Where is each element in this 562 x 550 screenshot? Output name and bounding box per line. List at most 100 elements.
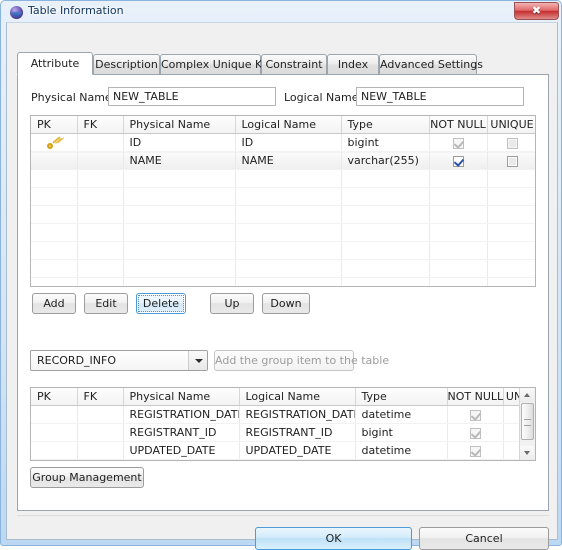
ok-button[interactable]: OK [255,527,412,550]
table-row[interactable]: REGISTRANT_ID REGISTRANT_ID bigint [31,423,535,442]
up-button[interactable]: Up [210,293,254,314]
not-null-checkbox [469,427,481,439]
tab-index[interactable]: Index [327,54,379,74]
table-row[interactable]: REGISTRATION_DATE REGISTRATION_DATE dateti… [31,405,535,424]
column-header-type[interactable]: Type [355,388,448,406]
column-header-pk[interactable]: PK [31,388,78,406]
cell-physical-name[interactable]: REGISTRATION_DATE [123,405,240,424]
cell-not-null[interactable] [429,133,488,152]
column-header-logical-name[interactable]: Logical Name [235,116,342,134]
cell-logical-name[interactable]: REGISTRANT_ID [239,423,356,442]
group-grid[interactable]: PK FK Physical Name Logical Name Type NOT NUL… [30,387,536,461]
dialog-client-area: Attribute Description Complex Unique Key Co… [6,22,558,550]
close-button[interactable]: ✖ [514,2,559,20]
primary-key-icon [46,138,61,149]
add-button[interactable]: Add [32,293,76,314]
cell-unique[interactable] [487,151,535,170]
group-grid-scrollbar[interactable] [519,388,535,460]
title-bar[interactable]: Table Information ✖ [1,1,562,23]
tab-constraint[interactable]: Constraint [261,54,327,74]
cell-type[interactable]: datetime [355,441,448,460]
group-management-label: Group Management [32,471,142,484]
cell-physical-name[interactable]: UPDATED_DATE [123,441,240,460]
cell-pk[interactable] [31,151,78,170]
cell-empty [77,169,124,188]
add-group-item-button[interactable]: Add the group item to the table [214,350,389,371]
empty-row[interactable] [31,277,535,286]
empty-row[interactable] [31,223,535,242]
cell-fk[interactable] [77,423,124,442]
column-header-not-null[interactable]: NOT NULL [429,116,488,134]
empty-row[interactable] [31,187,535,206]
table-row[interactable]: NAME NAME varchar(255) [31,151,535,170]
column-header-physical-name[interactable]: Physical Name [123,388,240,406]
cell-logical-name[interactable]: UPDATED_DATE [239,441,356,460]
cell-physical-name[interactable]: REGISTRANT_ID [123,423,240,442]
cell-pk[interactable] [31,423,78,442]
empty-row[interactable] [31,259,535,278]
scroll-up-icon[interactable] [520,388,534,402]
group-management-button[interactable]: Group Management [30,467,144,488]
cell-not-null[interactable] [429,151,488,170]
cell-pk[interactable] [31,405,78,424]
not-null-checkbox[interactable] [452,155,464,167]
cancel-button[interactable]: Cancel [419,527,549,550]
cell-pk[interactable] [31,441,78,460]
logical-name-input[interactable] [356,87,524,106]
cell-unique[interactable] [487,133,535,152]
cell-fk[interactable] [77,441,124,460]
cell-type[interactable]: bigint [341,133,430,152]
column-header-logical-name[interactable]: Logical Name [239,388,356,406]
cell-logical-name[interactable]: ID [235,133,342,152]
unique-checkbox[interactable] [506,155,518,167]
cell-empty [341,205,430,224]
cell-not-null[interactable] [447,441,504,460]
column-header-physical-name[interactable]: Physical Name [123,116,236,134]
cell-empty [341,241,430,260]
tab-description[interactable]: Description [93,54,160,74]
cell-physical-name[interactable]: ID [123,133,236,152]
cell-empty [487,277,535,286]
tab-strip: Attribute Description Complex Unique Key Co… [17,52,537,75]
chevron-down-icon[interactable] [188,351,207,370]
column-header-not-null[interactable]: NOT NULL [447,388,504,406]
cell-not-null[interactable] [447,423,504,442]
physical-name-input[interactable] [108,87,276,106]
edit-button[interactable]: Edit [84,293,128,314]
empty-row[interactable] [31,205,535,224]
column-header-fk[interactable]: FK [77,116,124,134]
column-header-unique[interactable]: UNIQUE [487,116,535,134]
attribute-grid[interactable]: PK FK Physical Name Logical Name Type NOT NUL… [30,115,536,287]
delete-button[interactable]: Delete [136,293,186,314]
column-header-pk[interactable]: PK [31,116,78,134]
cell-fk[interactable] [77,405,124,424]
cell-empty [487,187,535,206]
cell-logical-name[interactable]: NAME [235,151,342,170]
column-header-fk[interactable]: FK [77,388,124,406]
tab-advanced-settings[interactable]: Advanced Settings [379,54,483,74]
cancel-label: Cancel [465,532,503,545]
empty-row[interactable] [31,241,535,260]
tab-complex-unique-key[interactable]: Complex Unique Key [160,54,275,74]
group-select[interactable]: RECORD_INFO [30,350,208,371]
cell-pk[interactable] [31,133,78,152]
cell-empty [77,277,124,286]
cell-physical-name[interactable]: NAME [123,151,236,170]
tab-label: Description [95,58,158,71]
table-row[interactable]: ID ID bigint [31,133,535,152]
empty-row[interactable] [31,169,535,188]
tab-attribute[interactable]: Attribute [17,52,93,75]
cell-fk[interactable] [77,133,124,152]
table-row[interactable]: UPDATED_DATE UPDATED_DATE datetime [31,441,535,460]
cell-fk[interactable] [77,151,124,170]
cell-type[interactable]: bigint [355,423,448,442]
cell-type[interactable]: datetime [355,405,448,424]
ok-label: OK [325,532,342,545]
down-button[interactable]: Down [262,293,310,314]
scroll-down-icon[interactable] [520,446,534,460]
cell-logical-name[interactable]: REGISTRATION_DATE [239,405,356,424]
cell-type[interactable]: varchar(255) [341,151,430,170]
column-header-type[interactable]: Type [341,116,430,134]
cell-not-null[interactable] [447,405,504,424]
scrollbar-thumb[interactable] [521,403,534,440]
